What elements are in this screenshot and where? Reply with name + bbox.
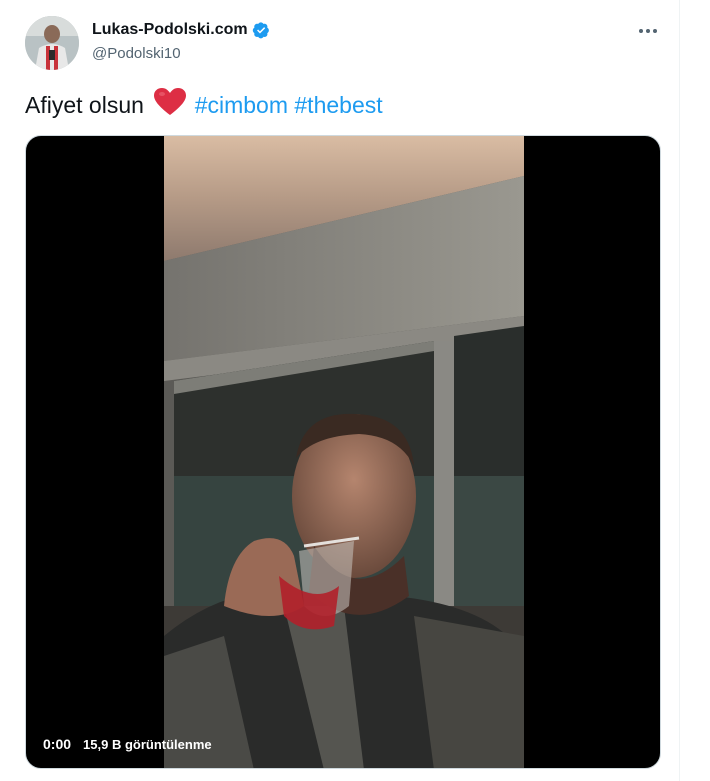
more-horizontal-icon <box>639 29 657 33</box>
hashtag-cimbom[interactable]: #cimbom <box>195 92 288 118</box>
author-name-text[interactable]: Lukas-Podolski.com <box>92 21 248 39</box>
video-thumbnail-image <box>164 136 524 768</box>
verified-badge-icon <box>252 21 270 39</box>
avatar[interactable] <box>25 16 79 70</box>
video-timestamp: 0:00 <box>43 736 72 752</box>
video-meta: 0:00 15,9 B görüntülenme <box>43 736 212 752</box>
tweet-body-text: Afiyet olsun <box>25 92 144 118</box>
video-frame[interactable] <box>164 136 524 768</box>
author-handle[interactable]: @Podolski10 <box>92 45 181 62</box>
hashtag-thebest[interactable]: #thebest <box>294 92 382 118</box>
author-name[interactable]: Lukas-Podolski.com <box>92 21 270 39</box>
more-options-button[interactable] <box>637 20 659 42</box>
tweet-text: Afiyet olsun #cimbom #thebest <box>25 88 383 121</box>
video-view-count: 15,9 B görüntülenme <box>83 736 212 752</box>
avatar-photo-icon <box>25 16 79 70</box>
tweet-card[interactable]: Lukas-Podolski.com @Podolski10 Afiyet ol… <box>0 0 680 781</box>
video-player[interactable]: 0:00 15,9 B görüntülenme <box>25 135 661 769</box>
red-heart-icon <box>154 88 187 115</box>
